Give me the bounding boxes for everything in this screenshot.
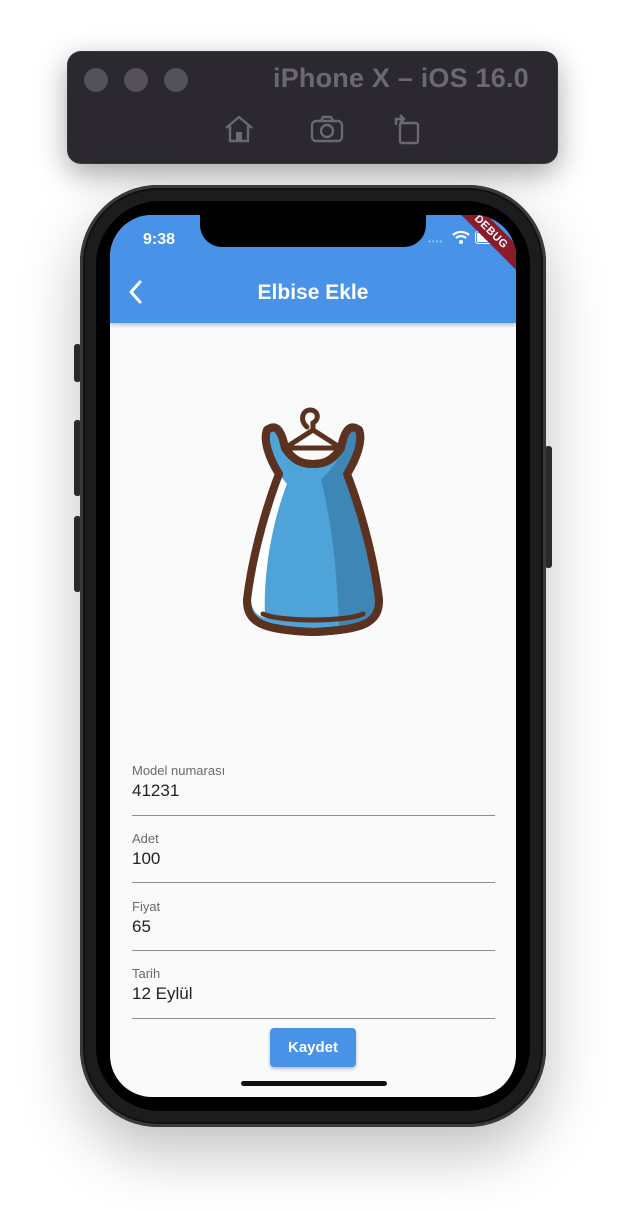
zoom-window-button[interactable] (164, 68, 188, 92)
field-underline (132, 1018, 495, 1019)
rotate-icon[interactable] (389, 111, 425, 147)
field-underline (132, 950, 495, 951)
field-label: Adet (132, 831, 159, 846)
field-value[interactable]: 100 (132, 849, 495, 869)
signal-icon: •••• (428, 237, 444, 246)
field-value[interactable]: 65 (132, 917, 495, 937)
simulator-toolbar: iPhone X – iOS 16.0 (67, 51, 558, 164)
close-window-button[interactable] (84, 68, 108, 92)
field-label: Fiyat (132, 899, 161, 914)
debug-banner: DEBUG (445, 215, 516, 278)
field-label: Tarih (132, 966, 161, 981)
status-time: 9:38 (143, 231, 176, 248)
app-screen: 9:38 •••• DEBUG Elbise Ekle Model numara… (110, 215, 516, 1097)
field-underline (132, 815, 495, 816)
price-field[interactable]: Fiyat 65 (132, 899, 495, 937)
page-title: Elbise Ekle (257, 281, 369, 304)
home-icon[interactable] (221, 111, 257, 147)
date-field[interactable]: Tarih 12 Eylül (132, 966, 495, 1004)
wifi-icon (452, 230, 470, 244)
save-button[interactable]: Kaydet (270, 1028, 356, 1067)
dress-icon (243, 407, 383, 636)
field-label: Model numarası (132, 763, 226, 778)
simulator-title: iPhone X – iOS 16.0 (273, 63, 529, 93)
power-button (545, 446, 552, 568)
screenshot-icon[interactable] (309, 111, 345, 147)
minimize-window-button[interactable] (124, 68, 148, 92)
home-indicator[interactable] (241, 1081, 387, 1086)
notch (200, 215, 426, 247)
model-number-field[interactable]: Model numarası 41231 (132, 763, 495, 801)
field-value[interactable]: 12 Eylül (132, 984, 495, 1004)
field-value[interactable]: 41231 (132, 781, 495, 801)
field-underline (132, 882, 495, 883)
quantity-field[interactable]: Adet 100 (132, 831, 495, 869)
